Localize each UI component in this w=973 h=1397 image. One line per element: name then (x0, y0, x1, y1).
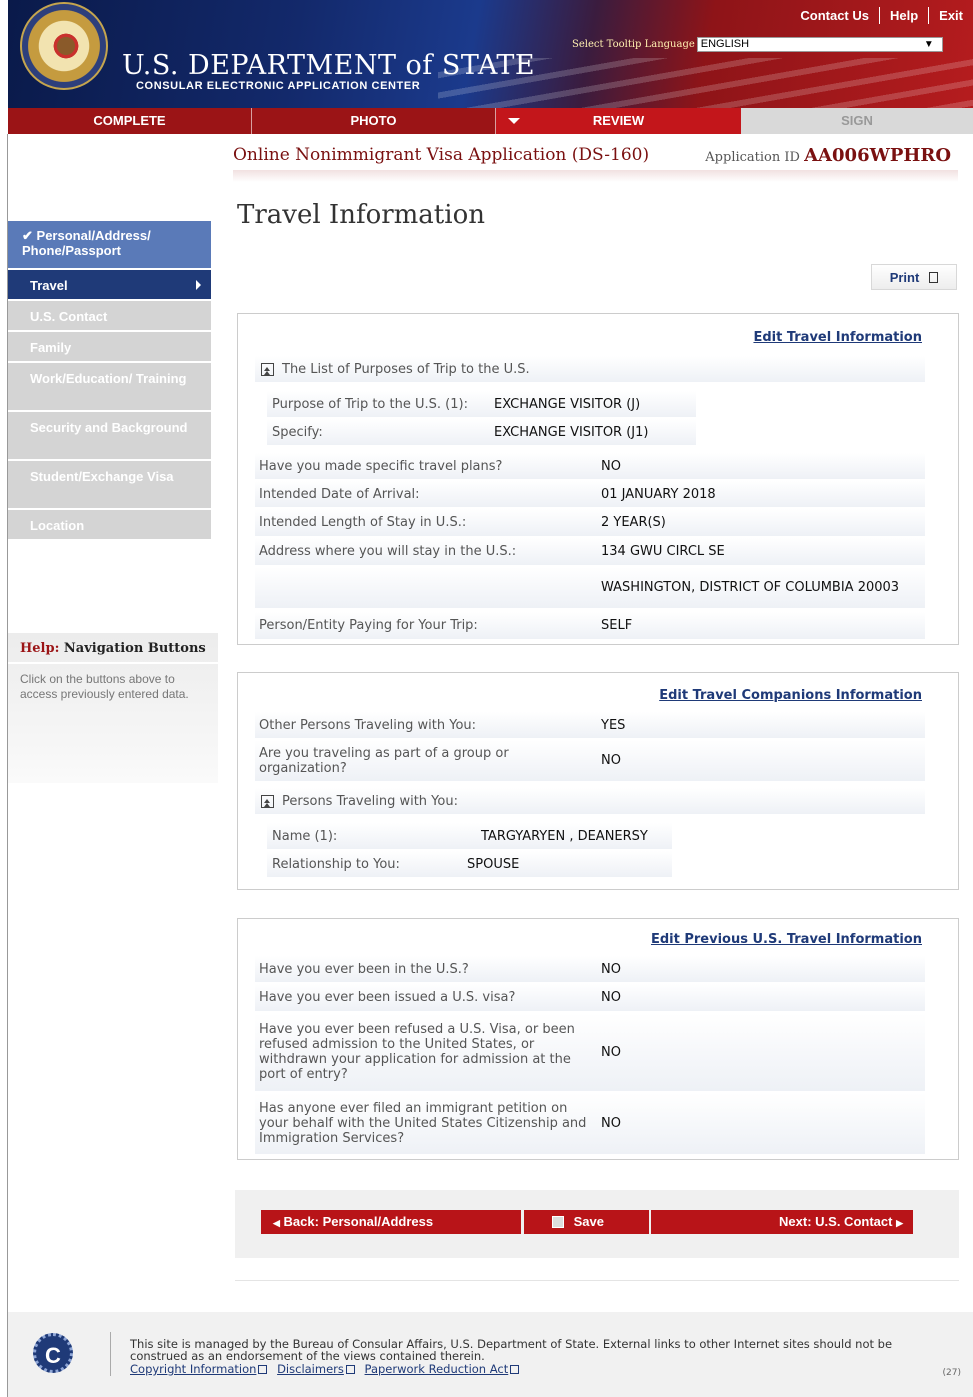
specify-row: Specify: EXCHANGE VISITOR (J1) (267, 419, 696, 445)
page-number: (27) (942, 1368, 961, 1378)
arrival-date-row: Intended Date of Arrival: 01 JANUARY 2018 (255, 481, 925, 508)
dropdown-arrow-icon: ▼ (923, 39, 934, 50)
application-id-value: AA006WPHRO (804, 145, 951, 166)
address-row: Address where you will stay in the U.S.:… (255, 538, 925, 566)
footer-divider (110, 1332, 111, 1376)
purposes-header: The List of Purposes of Trip to the U.S. (255, 356, 925, 382)
back-button[interactable]: ◀ Back: Personal/Address (261, 1210, 521, 1234)
copyright-link[interactable]: Copyright Information (130, 1362, 268, 1376)
top-links: Contact Us Help Exit (790, 0, 973, 30)
sidebar-item-security[interactable]: Security and Background (8, 412, 211, 461)
footer-links: Copyright Information Disclaimers Paperw… (130, 1362, 525, 1376)
language-selector: Select Tooltip Language ENGLISH ▼ (572, 37, 943, 52)
purpose-row: Purpose of Trip to the U.S. (1): EXCHANG… (267, 391, 696, 417)
sidebar-item-label: Travel (30, 278, 68, 293)
chevron-right-icon: ▶ (896, 1218, 903, 1228)
site-subtitle: CONSULAR ELECTRONIC APPLICATION CENTER (136, 80, 421, 92)
immigrant-petition-row: Has anyone ever filed an immigrant petit… (255, 1093, 925, 1155)
divider (235, 1280, 959, 1281)
disclaimers-link[interactable]: Disclaimers (277, 1362, 355, 1376)
sidebar-item-work-education[interactable]: Work/Education/ Training (8, 363, 211, 412)
travel-info-panel: Edit Travel Information The List of Purp… (237, 313, 959, 645)
edit-travel-link[interactable]: Edit Travel Information (753, 330, 922, 345)
page-title: Travel Information (237, 200, 485, 230)
companion-name-row: Name (1): TARGYARYEN , DEANERSY (267, 823, 672, 849)
issued-visa-row: Have you ever been issued a U.S. visa? NO (255, 984, 925, 1012)
length-of-stay-row: Intended Length of Stay in U.S.: 2 YEAR(S… (255, 509, 925, 537)
tab-complete[interactable]: COMPLETE (8, 108, 252, 134)
print-button[interactable]: Print (871, 264, 957, 290)
contact-us-link[interactable]: Contact Us (790, 8, 879, 23)
site-footer: C This site is managed by the Bureau of … (8, 1312, 973, 1397)
sidebar-item-label: Personal/Address/ Phone/Passport (22, 228, 151, 258)
previous-travel-panel: Edit Previous U.S. Travel Information Ha… (237, 918, 959, 1160)
exit-link[interactable]: Exit (929, 8, 973, 23)
site-header: U.S. DEPARTMENT of STATE CONSULAR ELECTR… (8, 0, 973, 108)
payer-row: Person/Entity Paying for Your Trip: SELF (255, 612, 925, 640)
external-link-icon (345, 1365, 355, 1374)
application-id: Application ID AA006WPHRO (705, 145, 951, 166)
save-button[interactable]: Save (524, 1210, 649, 1234)
chevron-right-icon (196, 280, 201, 290)
travel-plans-row: Have you made specific travel plans? NO (255, 453, 925, 480)
help-link[interactable]: Help (880, 8, 928, 23)
help-text: Click on the buttons above to access pre… (20, 672, 189, 701)
consular-affairs-logo: C (33, 1333, 73, 1373)
external-link-icon (510, 1365, 520, 1374)
sidebar-nav: ✔ Personal/Address/ Phone/Passport Trave… (8, 221, 211, 541)
sidebar-item-family[interactable]: Family (8, 332, 211, 363)
edit-previous-travel-link[interactable]: Edit Previous U.S. Travel Information (651, 932, 922, 947)
application-title: Online Nonimmigrant Visa Application (DS… (233, 145, 650, 165)
chevron-left-icon: ◀ (273, 1218, 280, 1228)
address-line2-row: WASHINGTON, DISTRICT OF COLUMBIA 20003 (255, 567, 925, 609)
next-button[interactable]: Next: U.S. Contact ▶ (651, 1210, 913, 1234)
persons-header: Persons Traveling with You: (255, 788, 925, 814)
title-divider (233, 170, 958, 182)
state-seal-icon (20, 2, 108, 90)
sidebar-item-location[interactable]: Location (8, 510, 211, 541)
language-select[interactable]: ENGLISH ▼ (696, 37, 943, 52)
tab-review[interactable]: REVIEW (496, 108, 741, 134)
sidebar-item-student-exchange[interactable]: Student/Exchange Visa (8, 461, 211, 510)
progress-tabs: COMPLETE PHOTO REVIEW SIGN (8, 108, 973, 134)
companion-relationship-row: Relationship to You: SPOUSE (267, 851, 672, 877)
floppy-disk-icon (552, 1216, 564, 1228)
sidebar-item-travel[interactable]: Travel (8, 270, 211, 301)
document-icon (929, 271, 939, 283)
been-in-us-row: Have you ever been in the U.S.? NO (255, 956, 925, 983)
language-value: ENGLISH (700, 38, 750, 50)
help-title: Help: Navigation Buttons (8, 633, 218, 664)
caret-down-icon (508, 118, 520, 124)
group-row: Are you traveling as part of a group or … (255, 740, 925, 782)
collapse-icon[interactable] (261, 794, 274, 808)
footer-text: This site is managed by the Bureau of Co… (130, 1337, 893, 1363)
tab-review-label: REVIEW (592, 113, 645, 128)
edit-companions-link[interactable]: Edit Travel Companions Information (659, 688, 922, 703)
collapse-icon[interactable] (261, 362, 274, 376)
tab-sign: SIGN (741, 108, 973, 134)
external-link-icon (258, 1365, 268, 1374)
other-persons-row: Other Persons Traveling with You: YES (255, 712, 925, 739)
help-box: Help: Navigation Buttons Click on the bu… (8, 633, 218, 783)
sidebar-item-us-contact[interactable]: U.S. Contact (8, 301, 211, 332)
tab-photo[interactable]: PHOTO (252, 108, 496, 134)
paperwork-reduction-link[interactable]: Paperwork Reduction Act (365, 1362, 520, 1376)
sidebar-item-personal[interactable]: ✔ Personal/Address/ Phone/Passport (8, 221, 211, 270)
application-id-label: Application ID (705, 150, 800, 165)
check-icon: ✔ (22, 228, 33, 243)
refused-visa-row: Have you ever been refused a U.S. Visa, … (255, 1013, 925, 1092)
companions-panel: Edit Travel Companions Information Other… (237, 672, 959, 890)
bottom-navigation: ◀ Back: Personal/Address Save Next: U.S.… (235, 1190, 959, 1258)
site-title: U.S. DEPARTMENT of STATE (122, 50, 536, 81)
print-label: Print (889, 269, 920, 285)
language-label: Select Tooltip Language (572, 39, 695, 50)
